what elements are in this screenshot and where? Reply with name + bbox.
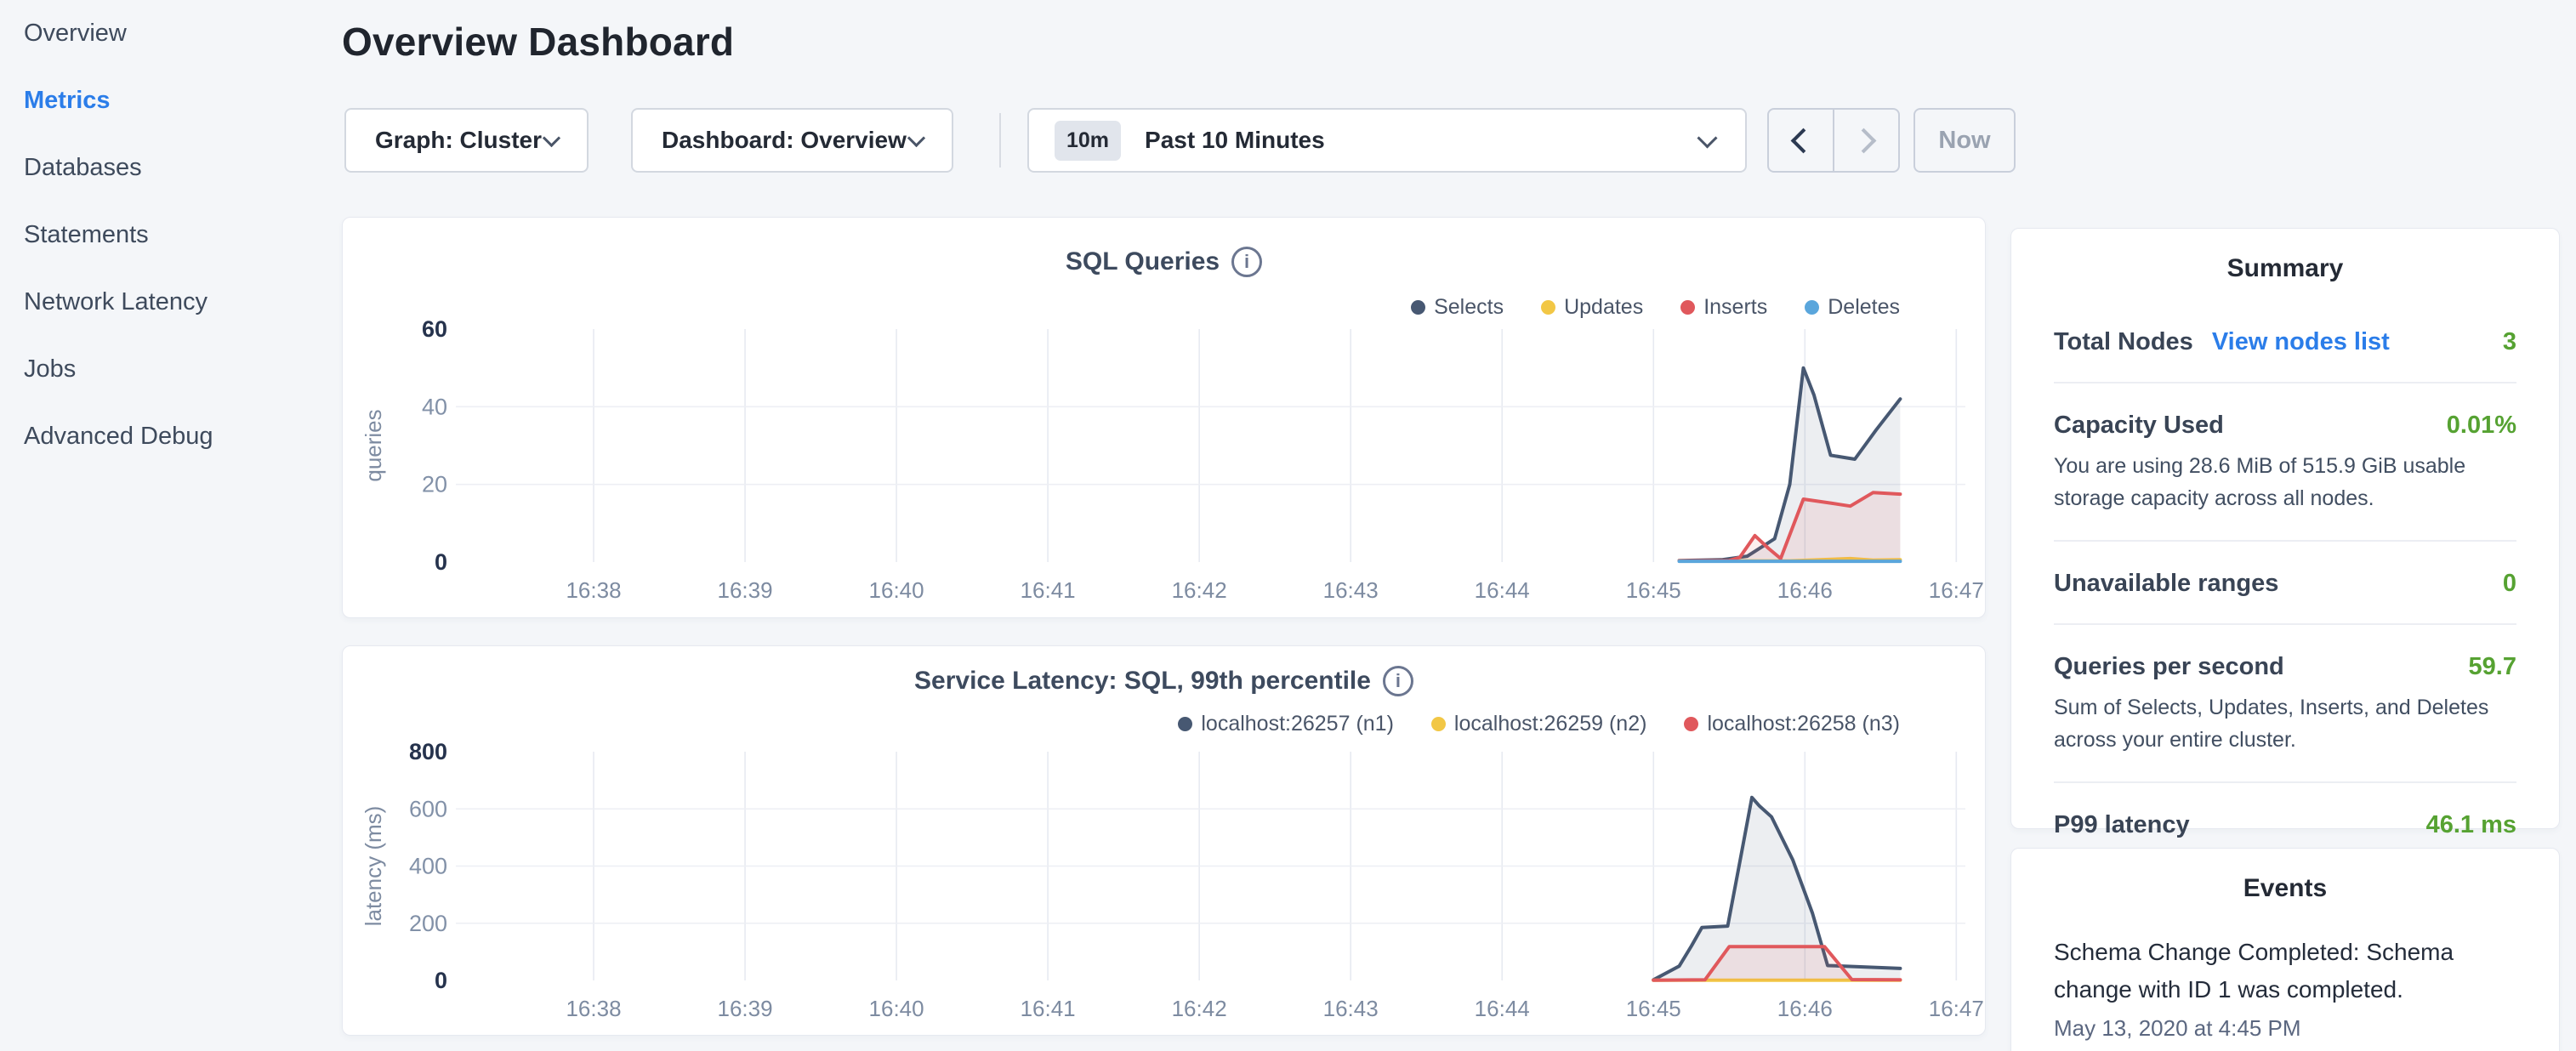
- page-title: Overview Dashboard: [342, 19, 734, 65]
- summary-row-label: Capacity Used: [2054, 412, 2224, 440]
- svg-text:16:40: 16:40: [869, 577, 924, 603]
- events-list: Schema Change Completed: Schema change w…: [2054, 934, 2516, 1042]
- chevron-right-icon: [1851, 128, 1877, 153]
- svg-text:16:38: 16:38: [566, 577, 621, 603]
- graph-dropdown[interactable]: Graph: Cluster: [344, 108, 589, 173]
- svg-text:latency (ms): latency (ms): [361, 806, 386, 927]
- svg-text:16:45: 16:45: [1626, 577, 1681, 603]
- sidebar-item-databases[interactable]: Databases: [24, 134, 313, 202]
- summary-row-subtext: You are using 28.6 MiB of 515.9 GiB usab…: [2054, 450, 2516, 514]
- chevron-left-icon: [1791, 128, 1817, 153]
- chevron-down-icon: [907, 128, 925, 146]
- svg-text:16:41: 16:41: [1021, 996, 1076, 1021]
- events-heading: Events: [2054, 849, 2516, 903]
- svg-text:16:44: 16:44: [1475, 577, 1530, 603]
- sql-queries-chart[interactable]: 16:38 16:39 16:40 16:41 16:42 16:43 16:44 16:45…: [343, 218, 1987, 619]
- svg-text:16:42: 16:42: [1172, 996, 1227, 1021]
- svg-text:16:46: 16:46: [1777, 996, 1833, 1021]
- app-root: OverviewMetricsDatabasesStatementsNetwor…: [0, 0, 2576, 1051]
- svg-text:16:44: 16:44: [1475, 996, 1530, 1021]
- svg-text:800: 800: [409, 739, 447, 764]
- svg-text:16:45: 16:45: [1626, 996, 1681, 1021]
- event-timestamp: May 13, 2020 at 4:45 PM: [2054, 1015, 2516, 1042]
- time-range-label: Past 10 Minutes: [1145, 127, 1325, 154]
- svg-text:60: 60: [422, 316, 447, 342]
- svg-text:200: 200: [409, 911, 447, 936]
- svg-text:20: 20: [422, 472, 447, 497]
- svg-text:16:47: 16:47: [1929, 577, 1984, 603]
- summary-panel: Summary Total Nodes View nodes list 3 Capac…: [2010, 228, 2560, 829]
- sql-queries-chart-card: SQL Queries i SelectsUpdatesInsertsDelet…: [342, 217, 1986, 618]
- time-step-buttons: [1767, 108, 1900, 173]
- sidebar-item-overview[interactable]: Overview: [24, 0, 313, 67]
- summary-row-value: 3: [2503, 328, 2516, 356]
- next-range-button[interactable]: [1833, 110, 1898, 171]
- summary-row-value: 0: [2503, 570, 2516, 598]
- divider: [999, 113, 1001, 168]
- dashboard-dropdown-label: Dashboard: Overview: [662, 127, 907, 154]
- svg-text:16:40: 16:40: [869, 996, 924, 1021]
- summary-row-value: 0.01%: [2447, 412, 2516, 440]
- now-button[interactable]: Now: [1914, 108, 2016, 173]
- summary-heading: Summary: [2054, 229, 2516, 283]
- event-item[interactable]: Schema Change Completed: Schema change w…: [2054, 934, 2516, 1042]
- svg-text:16:46: 16:46: [1777, 577, 1833, 603]
- svg-text:16:39: 16:39: [718, 577, 773, 603]
- svg-text:queries: queries: [361, 409, 386, 481]
- svg-text:16:41: 16:41: [1021, 577, 1076, 603]
- summary-row: Total Nodes View nodes list 3: [2054, 300, 2516, 383]
- sidebar-item-jobs[interactable]: Jobs: [24, 336, 313, 403]
- svg-text:16:43: 16:43: [1323, 577, 1379, 603]
- service-latency-chart-card: Service Latency: SQL, 99th percentile i …: [342, 645, 1986, 1036]
- controls-bar: Graph: Cluster Dashboard: Overview 10m P…: [342, 108, 2034, 173]
- chevron-down-icon: [1697, 128, 1717, 148]
- graph-dropdown-label: Graph: Cluster: [375, 127, 542, 154]
- chevron-down-icon: [543, 128, 560, 146]
- time-window-badge: 10m: [1055, 121, 1121, 161]
- svg-text:600: 600: [409, 796, 447, 821]
- svg-text:0: 0: [435, 549, 447, 575]
- svg-text:0: 0: [435, 968, 447, 993]
- summary-row-label: Total Nodes: [2054, 328, 2193, 356]
- svg-text:16:43: 16:43: [1323, 996, 1379, 1021]
- summary-row: Unavailable ranges 0: [2054, 542, 2516, 625]
- svg-text:16:39: 16:39: [718, 996, 773, 1021]
- sidebar-nav: OverviewMetricsDatabasesStatementsNetwor…: [24, 0, 313, 470]
- service-latency-chart[interactable]: 16:38 16:39 16:40 16:41 16:42 16:43 16:44 16:45…: [343, 646, 1987, 1037]
- time-range-dropdown[interactable]: 10m Past 10 Minutes: [1027, 108, 1747, 173]
- event-text: Schema Change Completed: Schema change w…: [2054, 934, 2479, 1008]
- summary-row: Queries per second 59.7 Sum of Selects, Up…: [2054, 625, 2516, 783]
- sidebar-item-statements[interactable]: Statements: [24, 202, 313, 269]
- summary-row: Capacity Used 0.01% You are using 28.6 MiB…: [2054, 383, 2516, 542]
- sidebar-item-network-latency[interactable]: Network Latency: [24, 269, 313, 336]
- dashboard-dropdown[interactable]: Dashboard: Overview: [631, 108, 953, 173]
- view-nodes-link[interactable]: View nodes list: [2212, 328, 2390, 356]
- events-panel: Events Schema Change Completed: Schema c…: [2010, 848, 2560, 1051]
- sidebar-item-advanced-debug[interactable]: Advanced Debug: [24, 403, 313, 470]
- summary-rows: Total Nodes View nodes list 3 Capacity Used…: [2054, 300, 2516, 865]
- svg-text:400: 400: [409, 854, 447, 879]
- prev-range-button[interactable]: [1769, 110, 1833, 171]
- svg-text:16:42: 16:42: [1172, 577, 1227, 603]
- svg-text:16:38: 16:38: [566, 996, 621, 1021]
- summary-row-subtext: Sum of Selects, Updates, Inserts, and De…: [2054, 691, 2516, 756]
- sidebar-item-metrics[interactable]: Metrics: [24, 67, 313, 134]
- summary-row-label: P99 latency: [2054, 811, 2190, 839]
- summary-row-value: 46.1 ms: [2426, 811, 2516, 839]
- summary-row-label: Unavailable ranges: [2054, 570, 2278, 598]
- summary-row-value: 59.7: [2469, 653, 2516, 681]
- svg-text:16:47: 16:47: [1929, 996, 1984, 1021]
- summary-row-label: Queries per second: [2054, 653, 2284, 681]
- svg-text:40: 40: [422, 394, 447, 419]
